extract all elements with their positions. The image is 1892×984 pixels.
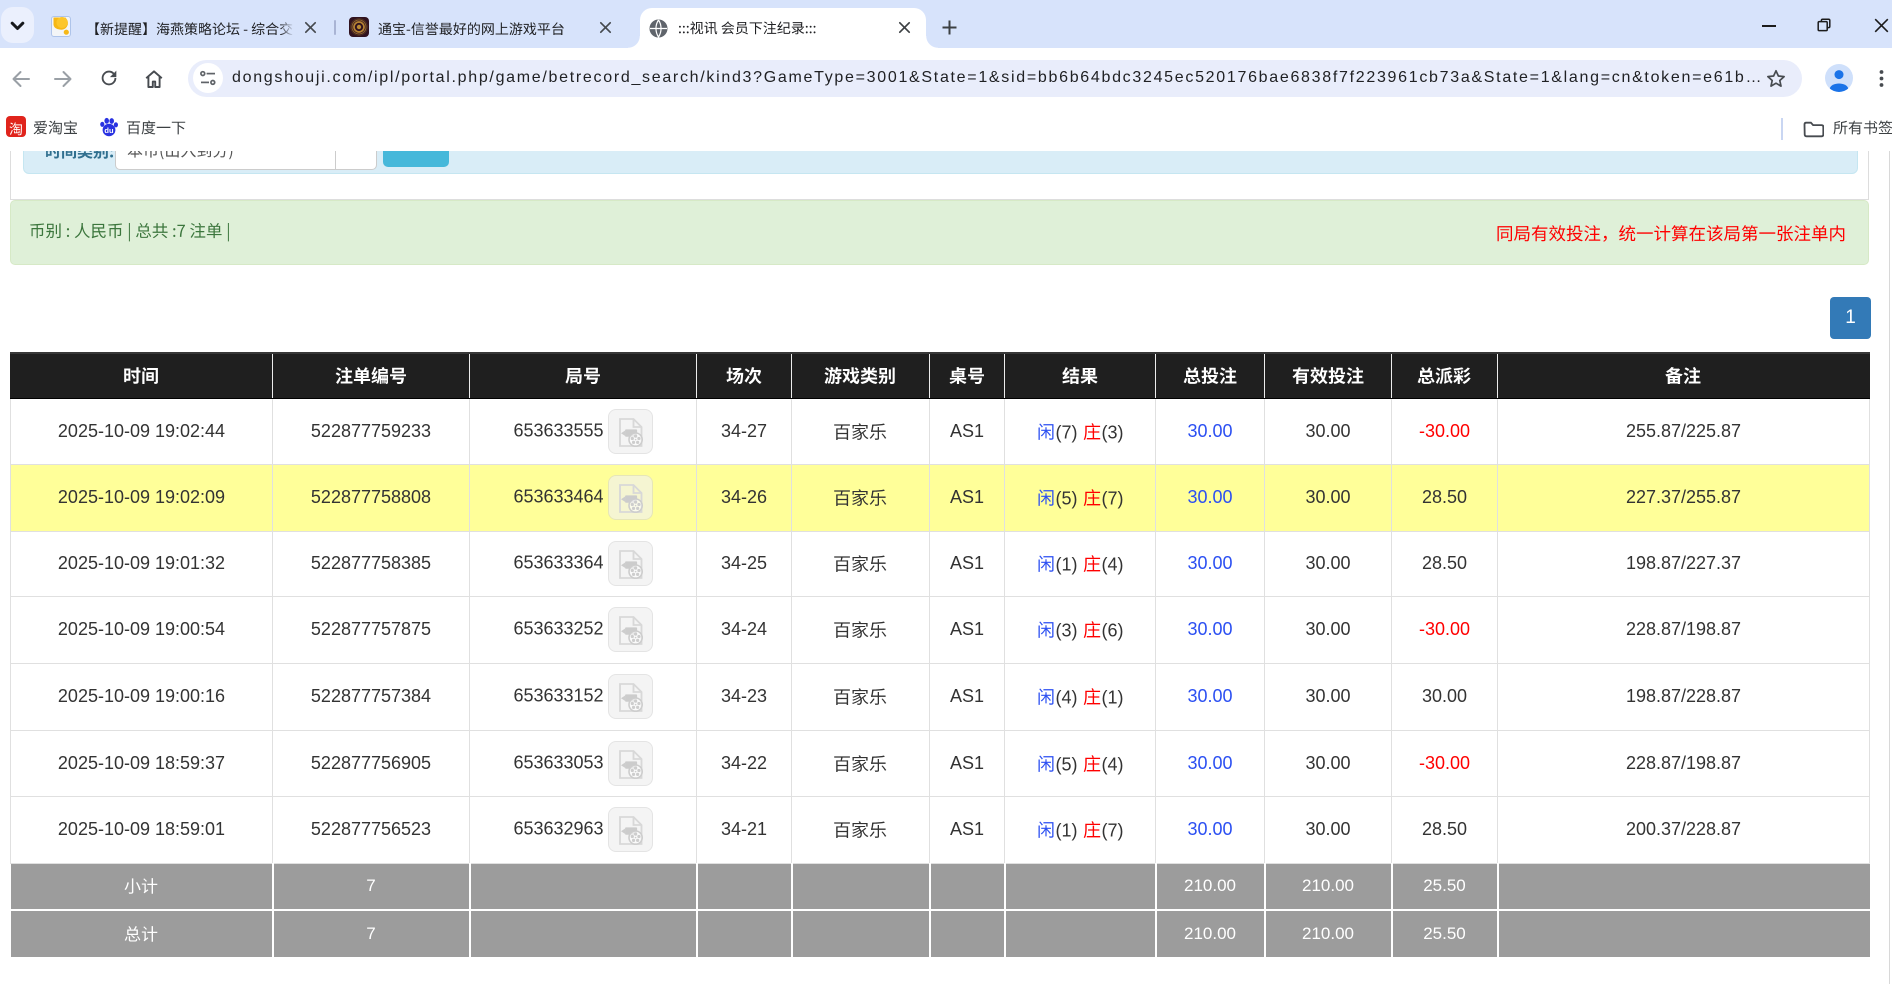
svg-text:du: du (104, 126, 114, 135)
